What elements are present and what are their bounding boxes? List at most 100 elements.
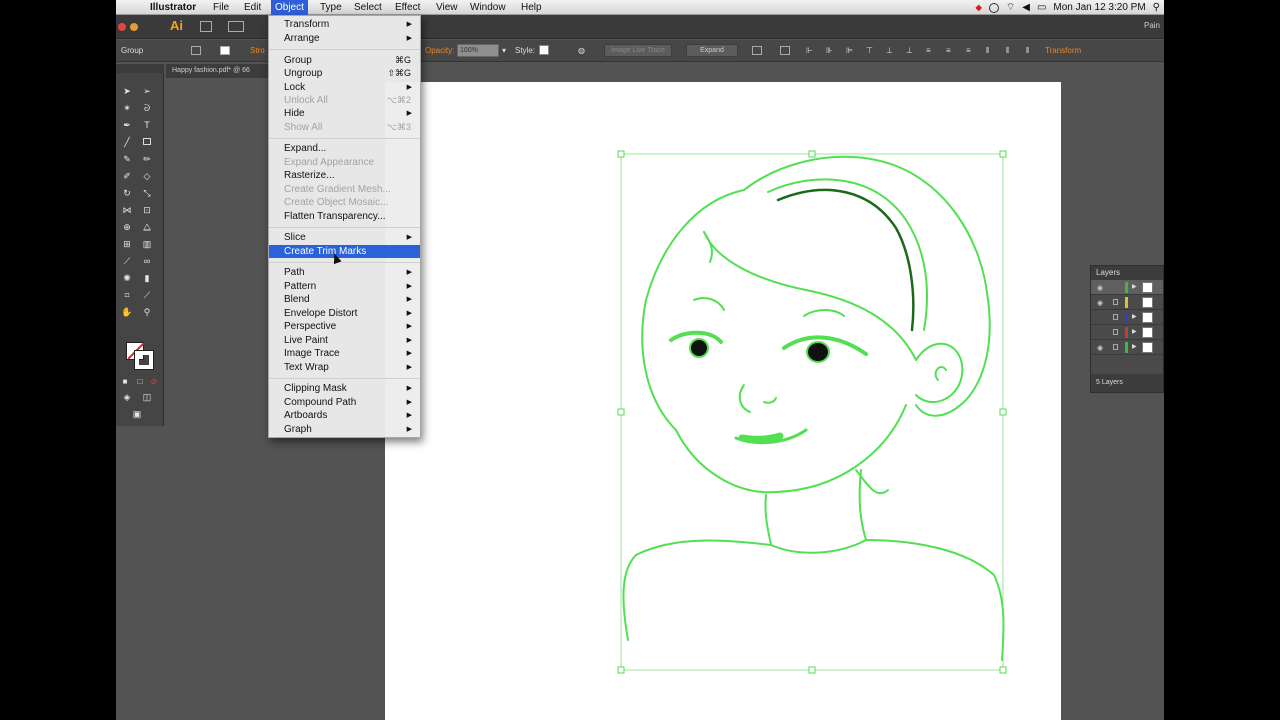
menu-view[interactable]: View (436, 1, 458, 15)
paintbrush-tool-icon[interactable]: ✎ (121, 154, 133, 165)
fill-stroke-widget[interactable] (126, 342, 156, 372)
direct-selection-tool-icon[interactable]: ➢ (141, 86, 153, 97)
menu-edit[interactable]: Edit (244, 1, 261, 15)
rectangle-tool-icon[interactable] (141, 137, 153, 148)
menu-item-path[interactable]: Path ▶ (269, 266, 420, 279)
layers-panel-tab[interactable]: Layers (1091, 266, 1163, 280)
free-transform-tool-icon[interactable]: ⊡ (141, 205, 153, 216)
distribute-hcenter-icon[interactable]: ⦀ (1006, 46, 1010, 56)
image-trace-button[interactable]: Image Live Trace (604, 44, 672, 57)
fill-icon[interactable] (191, 46, 201, 55)
artboard-tool-icon[interactable]: ⌗ (121, 290, 133, 301)
menu-item-envelope-distort[interactable]: Envelope Distort ▶ (269, 307, 420, 320)
align-to-icon[interactable] (780, 46, 790, 55)
menu-item-blend[interactable]: Blend ▶ (269, 293, 420, 306)
menu-app-name[interactable]: Illustrator (150, 1, 196, 15)
scale-tool-icon[interactable]: ⤡ (141, 188, 153, 199)
align-right-icon[interactable]: ⊫ (846, 46, 853, 55)
visibility-icon[interactable]: ◉ (1097, 284, 1103, 292)
minimize-icon[interactable] (130, 23, 138, 31)
wifi-icon[interactable]: ⌔ (1006, 1, 1015, 14)
draw-behind-icon[interactable]: ◫ (141, 392, 153, 403)
stroke-label[interactable]: Stro (250, 46, 265, 55)
align-hcenter-icon[interactable]: ⊪ (826, 46, 833, 55)
menu-item-group[interactable]: Group ⌘G (269, 54, 420, 67)
slice-tool-icon[interactable]: ⟋ (141, 290, 153, 301)
lock-icon[interactable] (1113, 329, 1118, 335)
lasso-tool-icon[interactable]: ᘐ (141, 103, 153, 114)
chevron-down-icon[interactable]: ▾ (502, 46, 506, 55)
volume-icon[interactable]: ◀ (1022, 2, 1030, 13)
layer-row[interactable]: ◉ ▶ (1091, 280, 1163, 295)
menu-item-live-paint[interactable]: Live Paint ▶ (269, 334, 420, 347)
none-color-icon[interactable]: ⊘ (148, 376, 160, 387)
expand-triangle-icon[interactable]: ▶ (1132, 283, 1137, 290)
menu-item-slice[interactable]: Slice ▶ (269, 231, 420, 244)
menu-effect[interactable]: Effect (395, 1, 420, 15)
lock-icon[interactable] (1113, 299, 1118, 305)
menu-item-lock[interactable]: Lock ▶ (269, 81, 420, 94)
shape-builder-tool-icon[interactable]: ⊕ (121, 222, 133, 233)
expand-button[interactable]: Expand (686, 44, 738, 57)
magic-wand-tool-icon[interactable]: ✶ (121, 103, 133, 114)
distribute-top-icon[interactable]: ≡ (926, 46, 931, 55)
align-left-icon[interactable]: ⊩ (806, 46, 813, 55)
menu-type[interactable]: Type (320, 1, 342, 15)
blob-brush-tool-icon[interactable]: ✐ (121, 171, 133, 182)
menu-item-graph[interactable]: Graph ▶ (269, 423, 420, 436)
distribute-bottom-icon[interactable]: ≡ (966, 46, 971, 55)
column-graph-tool-icon[interactable]: ▮ (141, 273, 153, 284)
menu-file[interactable]: File (213, 1, 229, 15)
screen-mode-icon[interactable]: ▣ (131, 409, 143, 420)
zoom-tool-icon[interactable]: ⚲ (141, 307, 153, 318)
gradient-tool-icon[interactable]: ▥ (141, 239, 153, 250)
default-colors-icon[interactable]: ■ (119, 376, 131, 387)
menu-item-expand[interactable]: Expand... (269, 142, 420, 155)
lock-icon[interactable] (1113, 314, 1118, 320)
symbol-sprayer-tool-icon[interactable]: ✺ (121, 273, 133, 284)
recolor-icon[interactable]: ◍ (578, 46, 585, 55)
pen-tool-icon[interactable]: ✒ (121, 120, 133, 131)
mesh-tool-icon[interactable]: ⊞ (121, 239, 133, 250)
layer-row[interactable]: ▶ (1091, 310, 1163, 325)
menu-item-rasterize[interactable]: Rasterize... (269, 169, 420, 182)
rotate-tool-icon[interactable]: ↻ (121, 188, 133, 199)
line-tool-icon[interactable]: ╱ (121, 137, 133, 148)
distribute-left-icon[interactable]: ⦀ (986, 46, 990, 56)
draw-mode-icon[interactable]: ◈ (121, 392, 133, 403)
arrange-documents-icon[interactable] (228, 21, 244, 32)
align-vcenter-icon[interactable]: ⊥ (886, 46, 893, 55)
close-icon[interactable] (118, 23, 126, 31)
eyedropper-tool-icon[interactable]: ⟋ (121, 256, 133, 267)
bridge-icon[interactable] (200, 21, 212, 32)
opacity-field[interactable]: 100% (457, 44, 499, 57)
workspace-switcher[interactable]: Pain (1144, 21, 1160, 30)
align-top-icon[interactable]: ⊤ (866, 46, 873, 55)
align-bottom-icon[interactable]: ⊥ (906, 46, 913, 55)
tools-panel-grip[interactable] (116, 64, 164, 73)
sync-icon[interactable] (988, 2, 999, 13)
layer-row[interactable]: ◉ ▶ (1091, 340, 1163, 355)
artwork-illustration[interactable] (501, 148, 1021, 688)
width-tool-icon[interactable]: ⋈ (121, 205, 133, 216)
stroke-swatch[interactable] (134, 350, 154, 370)
menu-item-ungroup[interactable]: Ungroup ⇧⌘G (269, 67, 420, 80)
menu-item-hide[interactable]: Hide ▶ (269, 107, 420, 120)
color-mode-icon[interactable]: □ (134, 376, 146, 387)
expand-triangle-icon[interactable]: ▶ (1132, 343, 1137, 350)
menu-item-clipping-mask[interactable]: Clipping Mask ▶ (269, 382, 420, 395)
battery-icon[interactable]: ▭ (1037, 2, 1046, 13)
type-tool-icon[interactable]: T (141, 120, 153, 131)
hand-tool-icon[interactable]: ✋ (121, 307, 133, 318)
spotlight-icon[interactable]: ⚲ (1153, 2, 1160, 13)
visibility-icon[interactable]: ◉ (1097, 344, 1103, 352)
distribute-vcenter-icon[interactable]: ≡ (946, 46, 951, 55)
distribute-right-icon[interactable]: ⦀ (1026, 46, 1030, 56)
pencil-tool-icon[interactable]: ✏ (141, 154, 153, 165)
menu-item-create-trim-marks[interactable]: Create Trim Marks (269, 245, 420, 258)
select-similar-icon[interactable] (752, 46, 762, 55)
style-swatch[interactable] (539, 45, 549, 55)
menu-select[interactable]: Select (354, 1, 382, 15)
perspective-grid-tool-icon[interactable]: ⧋ (141, 222, 153, 233)
selection-tool-icon[interactable]: ➤ (121, 86, 133, 97)
